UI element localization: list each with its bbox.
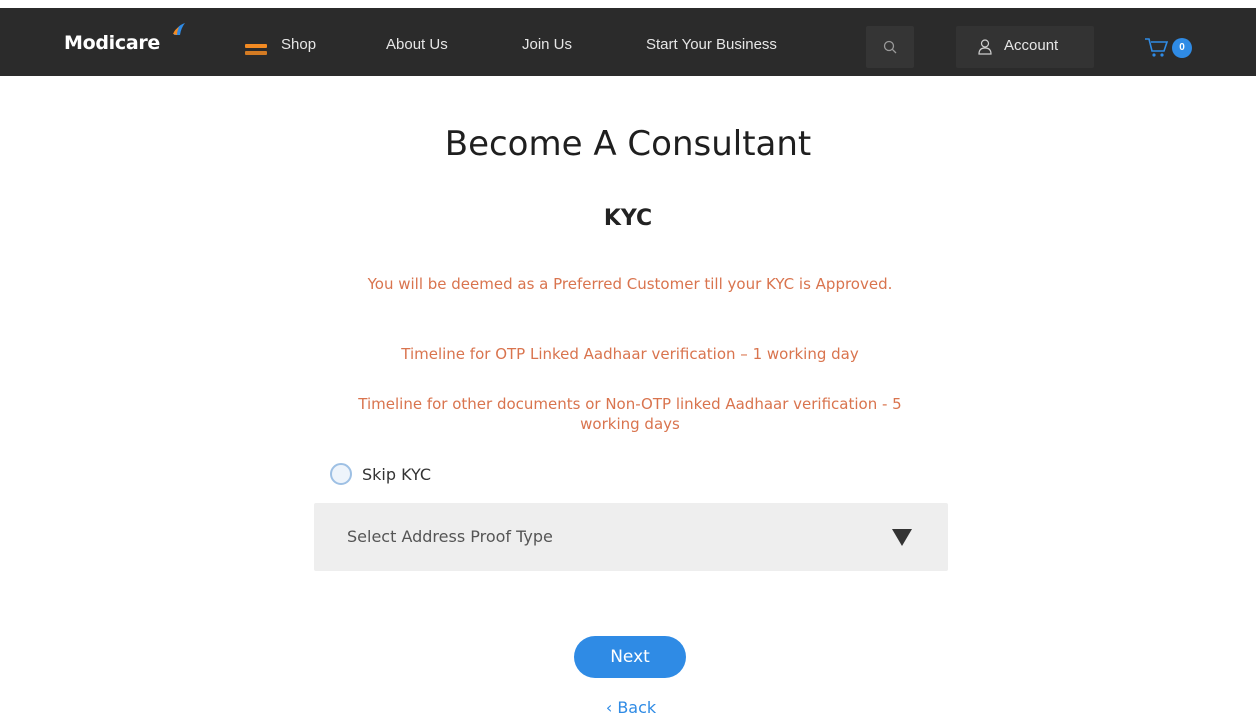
nav-item-shop[interactable]: Shop bbox=[281, 36, 316, 53]
hamburger-icon[interactable] bbox=[245, 44, 267, 56]
section-title-kyc: KYC bbox=[603, 206, 653, 231]
kyc-notice-preferred-customer: You will be deemed as a Preferred Custom… bbox=[367, 275, 893, 293]
back-link[interactable]: ‹ Back bbox=[0, 698, 1256, 717]
cart-button[interactable]: 0 bbox=[1144, 34, 1200, 64]
kyc-notice-other-docs-timeline: Timeline for other documents or Non-OTP … bbox=[358, 395, 902, 433]
nav-item-join-us[interactable]: Join Us bbox=[522, 36, 572, 53]
account-label: Account bbox=[1004, 37, 1059, 54]
search-icon bbox=[883, 40, 897, 54]
modicare-logo[interactable]: Modicare bbox=[64, 23, 185, 62]
cart-icon bbox=[1145, 38, 1169, 57]
cart-count-badge: 0 bbox=[1172, 38, 1192, 58]
nav-item-start-your-business[interactable]: Start Your Business bbox=[646, 36, 777, 53]
nav-item-about-us[interactable]: About Us bbox=[386, 36, 448, 53]
skip-kyc-checkbox-row[interactable]: Skip KYC bbox=[330, 462, 431, 486]
logo-text: Modicare bbox=[64, 32, 161, 54]
dropdown-arrow-icon bbox=[892, 529, 912, 546]
address-proof-type-value: Select Address Proof Type bbox=[347, 527, 553, 546]
top-nav-bar: Modicare Shop About Us Join Us Start You… bbox=[0, 8, 1256, 76]
skip-kyc-checkbox[interactable] bbox=[330, 463, 352, 485]
next-button[interactable]: Next bbox=[574, 636, 686, 678]
account-button[interactable]: Account bbox=[956, 26, 1094, 68]
user-icon bbox=[978, 39, 992, 55]
page-title: Become A Consultant bbox=[444, 124, 812, 164]
logo-mark-icon bbox=[173, 23, 185, 35]
address-proof-type-select[interactable]: Select Address Proof Type bbox=[314, 503, 948, 571]
skip-kyc-label: Skip KYC bbox=[362, 464, 432, 484]
search-button[interactable] bbox=[866, 26, 914, 68]
kyc-notice-otp-timeline: Timeline for OTP Linked Aadhaar verifica… bbox=[401, 345, 859, 363]
